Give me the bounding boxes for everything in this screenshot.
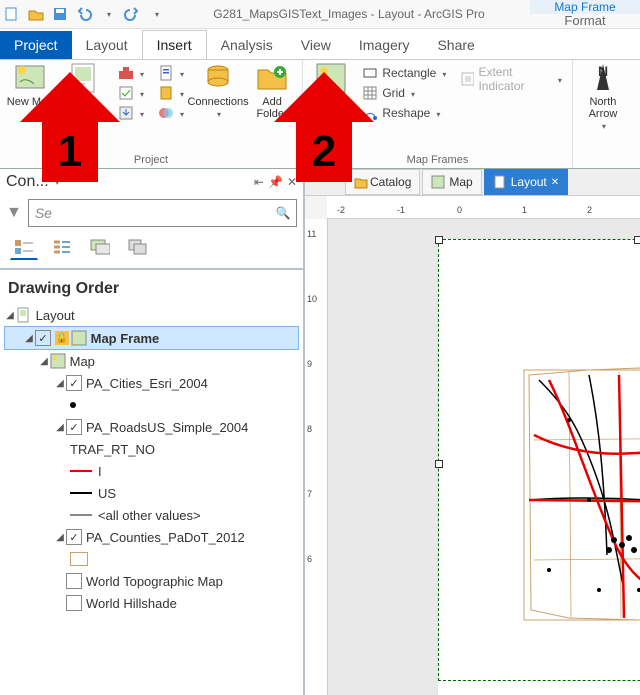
qat-undo-more-icon[interactable] bbox=[97, 3, 119, 25]
tree-layer-roads[interactable]: ◢PA_RoadsUS_Simple_2004 bbox=[4, 416, 299, 438]
tab-analysis[interactable]: Analysis bbox=[207, 31, 287, 59]
legend-i: I bbox=[4, 460, 299, 482]
horizontal-ruler[interactable]: -2 -1 0 1 2 bbox=[327, 196, 640, 219]
tree-layer-cities[interactable]: ◢PA_Cities_Esri_2004 bbox=[4, 372, 299, 394]
tree-layer-topo[interactable]: World Topographic Map bbox=[4, 570, 299, 592]
ribbon-tabs: Project Layout Insert Analysis View Imag… bbox=[0, 29, 640, 59]
north-arrow-label: North Arrow bbox=[579, 96, 627, 120]
list-by-snapping-icon[interactable] bbox=[124, 235, 152, 259]
resize-handle[interactable] bbox=[634, 236, 640, 244]
resize-handle[interactable] bbox=[435, 460, 443, 468]
filter-icon[interactable]: ▼ bbox=[6, 204, 22, 222]
list-by-drawing-order-icon[interactable] bbox=[10, 235, 38, 260]
tree-layer-counties[interactable]: ◢PA_Counties_PaDoT_2012 bbox=[4, 526, 299, 548]
panel-pin-icon[interactable]: 📌 bbox=[268, 175, 283, 189]
qat-redo-icon[interactable] bbox=[121, 3, 143, 25]
tab-imagery[interactable]: Imagery bbox=[345, 31, 424, 59]
window-title: G281_MapsGISText_Images - Layout - ArcGI… bbox=[168, 7, 530, 21]
layout-canvas[interactable] bbox=[328, 219, 640, 695]
map-content bbox=[439, 240, 640, 680]
notebook-icon[interactable] bbox=[154, 84, 188, 102]
qat-new-icon[interactable] bbox=[1, 3, 23, 25]
tab-layout[interactable]: Layout bbox=[72, 31, 142, 59]
resize-handle[interactable] bbox=[435, 236, 443, 244]
doc-tab-catalog[interactable]: Catalog bbox=[345, 169, 420, 195]
lock-icon: 🔒 bbox=[55, 331, 69, 345]
legend-county bbox=[4, 548, 299, 570]
search-icon[interactable]: 🔍 bbox=[270, 200, 296, 226]
layer-tree: ◢ Layout ◢🔒 Map Frame ◢ Map ◢PA_Cities_E… bbox=[0, 304, 303, 624]
qat-save-icon[interactable] bbox=[49, 3, 71, 25]
qat-open-icon[interactable] bbox=[25, 3, 47, 25]
north-arrow-button[interactable]: N North Arrow bbox=[579, 62, 627, 131]
annotation-arrow-2: 2 bbox=[296, 122, 352, 182]
doc-tab-map[interactable]: Map bbox=[422, 169, 481, 195]
drawing-order-title: Drawing Order bbox=[0, 270, 303, 304]
annotation-arrow-1: 1 bbox=[42, 122, 98, 182]
svg-text:N: N bbox=[598, 63, 608, 79]
quick-access-toolbar: G281_MapsGISText_Images - Layout - ArcGI… bbox=[0, 0, 640, 29]
legend-field: TRAF_RT_NO bbox=[4, 438, 299, 460]
extent-indicator-button: Extent Indicator bbox=[456, 64, 566, 94]
search-input[interactable]: 🔍 bbox=[28, 199, 297, 227]
tree-mapframe[interactable]: ◢🔒 Map Frame bbox=[4, 326, 299, 350]
legend-us: US bbox=[4, 482, 299, 504]
list-by-source-icon[interactable] bbox=[48, 235, 76, 259]
connections-button[interactable]: Connections bbox=[194, 62, 242, 119]
legend-other: <all other values> bbox=[4, 504, 299, 526]
layout-page[interactable] bbox=[438, 239, 640, 695]
close-tab-icon[interactable]: ✕ bbox=[551, 177, 559, 188]
report-icon[interactable] bbox=[154, 64, 188, 82]
panel-autohide-icon[interactable]: ⇤ bbox=[254, 175, 264, 189]
tree-map[interactable]: ◢ Map bbox=[4, 350, 299, 372]
tab-project[interactable]: Project bbox=[0, 31, 72, 59]
qat-redo-more-icon[interactable] bbox=[145, 3, 167, 25]
connections-label: Connections bbox=[187, 96, 248, 108]
contextual-tab-group: Map Frame Format bbox=[530, 0, 640, 28]
legend-dot bbox=[4, 394, 299, 416]
tab-insert[interactable]: Insert bbox=[142, 30, 207, 59]
map-frame-element[interactable] bbox=[438, 239, 640, 681]
tab-share[interactable]: Share bbox=[423, 31, 488, 59]
qat-undo-icon[interactable] bbox=[73, 3, 95, 25]
context-tab-label[interactable]: Format bbox=[530, 14, 640, 28]
tree-layer-hillshade[interactable]: World Hillshade bbox=[4, 592, 299, 614]
tree-layout[interactable]: ◢ Layout bbox=[4, 304, 299, 326]
context-group-label: Map Frame bbox=[530, 0, 640, 14]
tab-view[interactable]: View bbox=[287, 31, 345, 59]
doc-tab-layout[interactable]: Layout✕ bbox=[484, 169, 568, 195]
list-by-selection-icon[interactable] bbox=[86, 235, 114, 259]
document-tabs: Catalog Map Layout✕ bbox=[305, 169, 640, 196]
styles-icon[interactable] bbox=[154, 104, 188, 122]
vertical-ruler[interactable]: 11 10 9 8 7 6 bbox=[305, 219, 328, 695]
contents-panel: Con... ▾ ⇤ 📌 ✕ ▼ 🔍 Drawing Order ◢ Layou… bbox=[0, 169, 305, 695]
